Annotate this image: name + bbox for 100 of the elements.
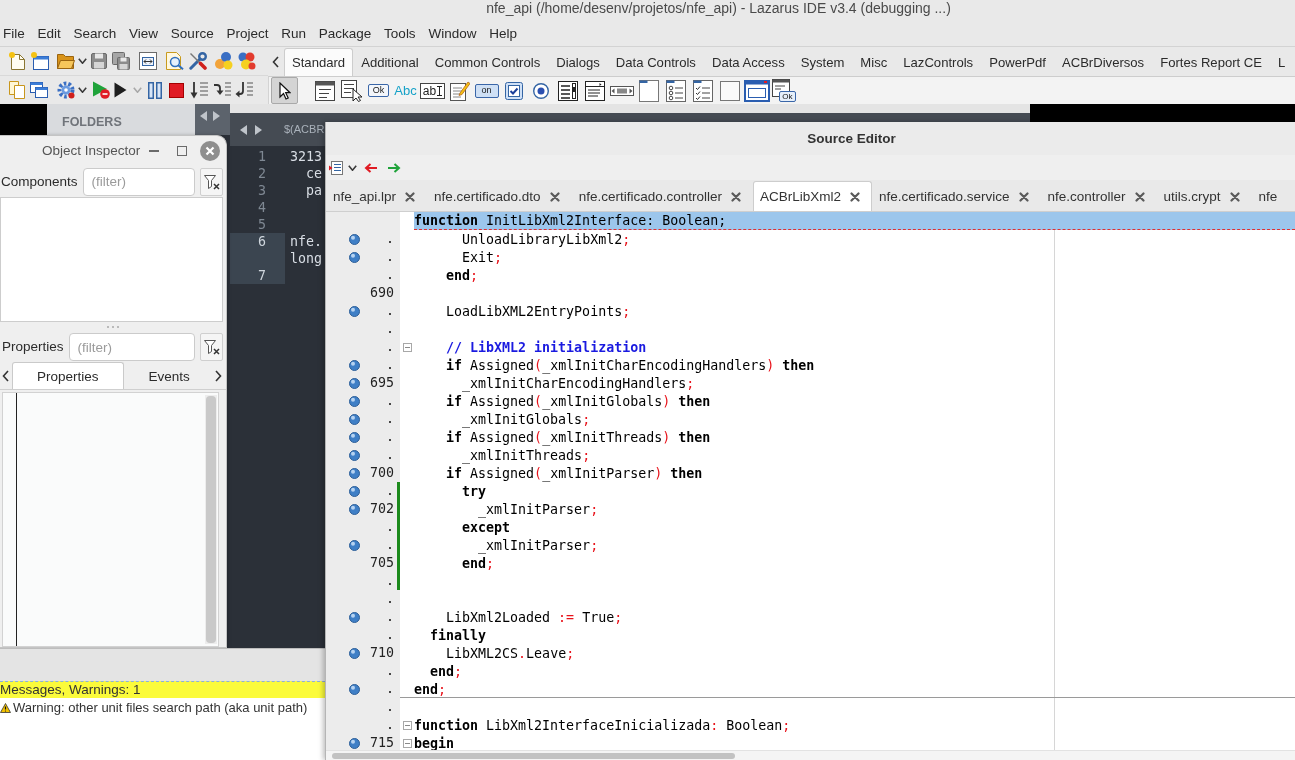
menu-item[interactable]: File bbox=[0, 25, 32, 43]
save-icon[interactable] bbox=[91, 53, 107, 69]
palette-tab[interactable]: Standard bbox=[284, 48, 354, 76]
close-icon[interactable] bbox=[1018, 191, 1029, 202]
step-over-icon[interactable] bbox=[213, 81, 231, 99]
close-icon[interactable] bbox=[1134, 191, 1145, 202]
menu-item[interactable]: Window bbox=[422, 25, 483, 43]
scrollbar-icon[interactable] bbox=[609, 85, 634, 96]
pages-icon[interactable] bbox=[9, 81, 25, 99]
palette-tab[interactable]: LazControls bbox=[895, 48, 982, 76]
menu-item[interactable]: Package bbox=[312, 25, 378, 43]
play-stop-icon[interactable] bbox=[92, 81, 110, 99]
palette-tab[interactable]: Fortes Report CE bbox=[1152, 48, 1271, 76]
menu-item[interactable]: Search bbox=[67, 25, 123, 43]
close-icon[interactable] bbox=[405, 191, 416, 202]
line-number: 710 bbox=[369, 644, 394, 662]
stop-icon[interactable] bbox=[169, 82, 184, 98]
vertical-scrollbar[interactable] bbox=[205, 395, 217, 644]
close-icon[interactable] bbox=[730, 191, 741, 202]
jump-list-icon[interactable] bbox=[329, 160, 343, 175]
message-group-header[interactable]: Messages, Warnings: 1 bbox=[0, 681, 325, 698]
triangle-right-icon[interactable] bbox=[255, 124, 262, 135]
arrow-right-icon[interactable] bbox=[387, 161, 401, 174]
menu-item[interactable]: Project bbox=[220, 25, 275, 43]
caret-icon[interactable] bbox=[78, 87, 87, 93]
sphere-cluster-icon[interactable] bbox=[238, 52, 256, 70]
editor-tab[interactable]: nfe_api.lpr bbox=[326, 181, 428, 211]
folder-icon[interactable] bbox=[57, 53, 75, 69]
inspector-tab[interactable]: Events bbox=[123, 363, 215, 389]
step-into-icon[interactable] bbox=[190, 81, 208, 99]
palette-tab[interactable]: Additional bbox=[353, 48, 427, 76]
new-file-icon[interactable] bbox=[9, 52, 25, 70]
caret-icon[interactable] bbox=[78, 58, 87, 64]
play-icon[interactable] bbox=[114, 82, 127, 98]
close-icon[interactable] bbox=[200, 141, 220, 161]
editor-tab[interactable]: nfe.certificado.service bbox=[872, 181, 1041, 211]
chevron-left-icon[interactable] bbox=[272, 55, 279, 68]
editor-tab[interactable]: nfe.controller bbox=[1040, 181, 1157, 211]
code-line: _xmlInitParser; bbox=[478, 536, 599, 554]
file-tab[interactable]: $(ACBR bbox=[284, 123, 325, 136]
maximize-icon[interactable] bbox=[177, 146, 187, 156]
code-editor[interactable] bbox=[326, 212, 1295, 750]
scrollbar-thumb[interactable] bbox=[332, 752, 735, 759]
message-text[interactable]: Warning: other unit files search path (aka unit path) bbox=[13, 699, 308, 716]
triangle-right-icon[interactable] bbox=[213, 111, 220, 121]
filter-field[interactable]: (filter) bbox=[82, 167, 195, 196]
triangle-left-icon[interactable] bbox=[240, 124, 247, 135]
horizontal-scrollbar[interactable] bbox=[326, 750, 1295, 760]
windows-icon[interactable] bbox=[30, 82, 48, 98]
editor-tab[interactable]: nfe.certificado.controller bbox=[571, 181, 753, 211]
chevron-left-icon[interactable] bbox=[2, 369, 9, 382]
spheres-icon[interactable] bbox=[215, 52, 233, 70]
editor-tab[interactable]: ACBrLibXml2 bbox=[752, 181, 872, 211]
editor-tab[interactable]: utils.crypt bbox=[1156, 181, 1252, 211]
arrow-left-icon[interactable] bbox=[364, 161, 378, 174]
document-search-icon[interactable] bbox=[166, 52, 184, 70]
menu-item[interactable]: Source bbox=[164, 25, 221, 43]
radio-icon[interactable] bbox=[532, 82, 549, 99]
gear-icon[interactable] bbox=[57, 81, 75, 99]
editor-tab[interactable]: nfe.certificado.dto bbox=[427, 181, 572, 211]
filter-field[interactable]: (filter) bbox=[68, 333, 195, 361]
palette-tab[interactable]: ACBrDiversos bbox=[1053, 48, 1153, 76]
fold-collapse-icon[interactable] bbox=[402, 342, 412, 352]
funnel-x-icon[interactable] bbox=[203, 173, 220, 190]
close-icon[interactable] bbox=[549, 191, 560, 202]
triangle-left-icon[interactable] bbox=[200, 111, 207, 121]
funnel-x-icon[interactable] bbox=[203, 339, 220, 355]
toggle-form-icon[interactable] bbox=[139, 52, 157, 70]
palette-tab[interactable]: Data Controls bbox=[607, 48, 704, 76]
palette-tab[interactable]: L bbox=[1270, 48, 1294, 76]
menu-item[interactable]: Edit bbox=[31, 25, 68, 43]
palette-tab[interactable]: Misc bbox=[852, 48, 896, 76]
close-icon[interactable] bbox=[1229, 191, 1240, 202]
pause-icon[interactable] bbox=[148, 81, 162, 99]
fold-collapse-icon[interactable] bbox=[402, 738, 412, 748]
save-all-icon[interactable] bbox=[112, 52, 130, 70]
menu-item[interactable]: View bbox=[122, 25, 165, 43]
fold-collapse-icon[interactable] bbox=[402, 720, 412, 730]
palette-tab[interactable]: System bbox=[792, 48, 853, 76]
inspector-tab[interactable]: Properties bbox=[12, 362, 124, 389]
palette-tab[interactable]: Data Access bbox=[703, 48, 793, 76]
chevron-right-icon[interactable] bbox=[214, 369, 222, 382]
palette-tab[interactable]: Dialogs bbox=[548, 48, 608, 76]
clear-filter-button[interactable] bbox=[200, 333, 223, 361]
palette-item[interactable]: Ok bbox=[770, 77, 797, 104]
palette-tab[interactable]: Common Controls bbox=[426, 48, 549, 76]
palette-tab[interactable]: PowerPdf bbox=[981, 48, 1054, 76]
new-form-icon[interactable] bbox=[31, 52, 49, 70]
pointer-icon[interactable] bbox=[278, 81, 291, 100]
editor-tab[interactable]: nfe bbox=[1251, 181, 1290, 211]
clear-filter-button[interactable] bbox=[200, 167, 223, 196]
palette-item[interactable]: Ok bbox=[365, 77, 392, 104]
menu-item[interactable]: Tools bbox=[377, 25, 422, 43]
close-icon[interactable] bbox=[850, 191, 860, 202]
menu-item[interactable]: Help bbox=[482, 25, 524, 43]
wrench-screwdriver-icon[interactable] bbox=[189, 52, 207, 70]
step-out-icon[interactable] bbox=[235, 81, 253, 99]
caret-icon[interactable] bbox=[348, 164, 357, 171]
menu-item[interactable]: Run bbox=[274, 25, 313, 43]
palette-item[interactable] bbox=[271, 77, 298, 104]
